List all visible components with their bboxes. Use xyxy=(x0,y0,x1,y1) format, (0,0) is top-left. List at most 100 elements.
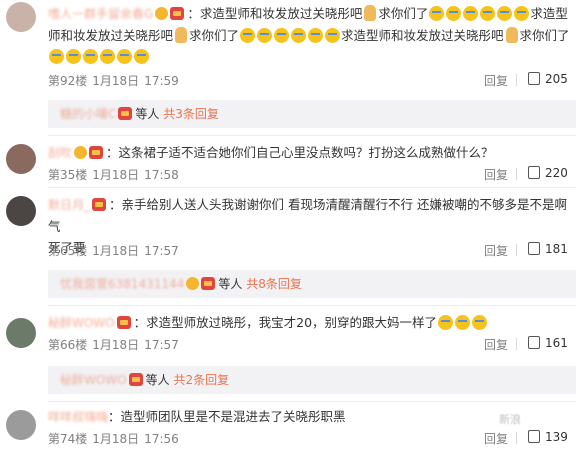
like-count: 181 xyxy=(545,242,568,256)
crying-emoji-icon xyxy=(463,6,479,21)
crying-emoji-icon xyxy=(117,49,132,64)
username[interactable]: 刮吹 xyxy=(48,146,72,160)
crying-emoji-icon xyxy=(514,6,530,21)
like-count: 205 xyxy=(545,72,568,86)
crying-emoji-icon xyxy=(455,315,471,330)
pray-emoji-icon xyxy=(505,27,518,43)
like-button[interactable]: 161 xyxy=(528,336,568,350)
avatar[interactable] xyxy=(6,2,36,32)
username[interactable]: 咩咩叔嗨嗨 xyxy=(48,410,108,424)
comment-meta: 第66楼 1月18日 17:57 xyxy=(48,336,184,353)
comment-text: 求造型师和妆发放过关晓彤吧 xyxy=(341,28,504,43)
comment-text: 亲手给别人送人头我谢谢你们 看现场清醒清醒行不行 还嫌被嘲的不够多是不是啊 气 xyxy=(48,197,567,234)
thumbs-up-icon xyxy=(528,430,540,443)
sub-replies-summary[interactable]: 糖的小嚷C 等人 共3条回复 xyxy=(48,100,576,128)
comment-meta: 第92楼 1月18日 17:59 xyxy=(48,72,184,89)
username[interactable]: 秘醉WOWO xyxy=(48,316,115,330)
comment-date: 1月18日 xyxy=(92,74,140,88)
comment-text: 求你们了 xyxy=(189,28,240,43)
thumbs-up-icon xyxy=(528,336,540,349)
reply-button[interactable]: 回复 xyxy=(484,336,508,353)
divider xyxy=(516,244,517,256)
reply-button[interactable]: 回复 xyxy=(484,430,508,447)
like-count: 220 xyxy=(545,166,568,180)
crying-emoji-icon xyxy=(480,6,496,21)
comment-text: 求造型师放过晓彤，我宝才20，别穿的跟大妈一样了 xyxy=(146,315,438,330)
crying-emoji-icon xyxy=(257,28,273,43)
avatar[interactable] xyxy=(6,196,36,226)
avatar[interactable] xyxy=(6,410,36,440)
comment-text: 求造型师和妆发放过关晓彤吧 xyxy=(199,6,363,21)
sub-replies-summary[interactable]: 秘醉WOWO 等人 共2条回复 xyxy=(48,366,576,394)
member-badge-icon xyxy=(89,146,104,159)
floor-number: 第92楼 xyxy=(48,74,88,88)
like-button[interactable]: 220 xyxy=(528,166,568,180)
comment-text: 求造型 xyxy=(530,6,568,21)
comment-text: 师和妆发放过关晓彤吧 xyxy=(48,28,174,43)
crying-emoji-icon xyxy=(49,49,64,64)
like-button[interactable]: 181 xyxy=(528,242,568,256)
comment-body: 咩咩叔嗨嗨：造型师团队里是不是混进去了关晓彤职黑 xyxy=(48,409,346,424)
divider xyxy=(516,168,517,180)
member-badge-icon xyxy=(92,198,107,211)
sub-replies-summary[interactable]: 忧我茵萱6381431144 等人 共8条回复 xyxy=(48,270,576,298)
reply-button[interactable]: 回复 xyxy=(484,166,508,183)
avatar[interactable] xyxy=(6,144,36,174)
crying-emoji-icon xyxy=(472,315,488,330)
comment-body: 嗜人一群手留余春G ：求造型师和妆发放过关晓彤吧 求你们了 求造型 师和妆发放过关晓彤… xyxy=(48,3,576,67)
crying-emoji-icon xyxy=(308,28,324,43)
crying-emoji-icon xyxy=(438,315,454,330)
username[interactable]: 嗜人一群手留余春G xyxy=(48,7,153,21)
crying-emoji-icon xyxy=(274,28,290,43)
sub-reply-label: 等人 xyxy=(145,373,170,387)
divider xyxy=(48,135,576,136)
thumbs-up-icon xyxy=(528,166,540,179)
sub-reply-label: 等人 xyxy=(218,277,243,291)
member-badge-icon xyxy=(201,277,216,290)
username[interactable]: 默日月_ xyxy=(48,198,90,212)
view-replies-link[interactable]: 共8条回复 xyxy=(246,277,302,291)
comment-date: 1月18日 xyxy=(92,432,140,446)
comment-meta: 第65楼 1月18日 17:57 xyxy=(48,242,184,259)
floor-number: 第35楼 xyxy=(48,168,88,182)
like-count: 139 xyxy=(545,430,568,444)
view-replies-link[interactable]: 共2条回复 xyxy=(173,373,229,387)
comment-text: 求你们了 xyxy=(378,6,429,21)
comment-date: 1月18日 xyxy=(92,338,140,352)
crying-emoji-icon xyxy=(291,28,307,43)
divider xyxy=(516,338,517,350)
like-count: 161 xyxy=(545,336,568,350)
crying-emoji-icon xyxy=(446,6,462,21)
watermark: 新浪 xyxy=(499,413,521,426)
floor-number: 第65楼 xyxy=(48,244,88,258)
floor-number: 第66楼 xyxy=(48,338,88,352)
reply-button[interactable]: 回复 xyxy=(484,72,508,89)
comment-time: 17:59 xyxy=(144,74,179,88)
comment-text: 造型师团队里是不是混进去了关晓彤职黑 xyxy=(120,409,346,424)
crying-emoji-icon xyxy=(134,49,149,64)
comment-date: 1月18日 xyxy=(92,168,140,182)
pray-emoji-icon xyxy=(364,5,377,21)
sub-reply-username[interactable]: 忧我茵萱6381431144 xyxy=(60,277,184,291)
sub-reply-label: 等人 xyxy=(135,107,160,121)
comment-time: 17:57 xyxy=(144,244,179,258)
like-button[interactable]: 139 xyxy=(528,430,568,444)
crying-emoji-icon xyxy=(100,49,115,64)
view-replies-link[interactable]: 共3条回复 xyxy=(163,107,219,121)
floor-number: 第74楼 xyxy=(48,432,88,446)
crying-emoji-icon xyxy=(497,6,513,21)
comment-time: 17:56 xyxy=(144,432,179,446)
comment-time: 17:58 xyxy=(144,168,179,182)
sub-reply-username[interactable]: 糖的小嚷C xyxy=(60,107,116,121)
like-button[interactable]: 205 xyxy=(528,72,568,86)
member-badge-icon xyxy=(118,107,133,120)
divider xyxy=(48,305,576,306)
crying-emoji-icon xyxy=(66,49,81,64)
comment-body: 刮吹 ：这条裙子适不适合她你们自己心里没点数吗？打扮这么成熟做什么？ xyxy=(48,145,494,160)
avatar[interactable] xyxy=(6,318,36,348)
sub-reply-username[interactable]: 秘醉WOWO xyxy=(60,373,127,387)
member-badge-icon xyxy=(128,373,143,386)
comment-text: 这条裙子适不适合她你们自己心里没点数吗？打扮这么成熟做什么？ xyxy=(118,145,494,160)
comment-meta: 第35楼 1月18日 17:58 xyxy=(48,166,184,183)
reply-button[interactable]: 回复 xyxy=(484,242,508,259)
